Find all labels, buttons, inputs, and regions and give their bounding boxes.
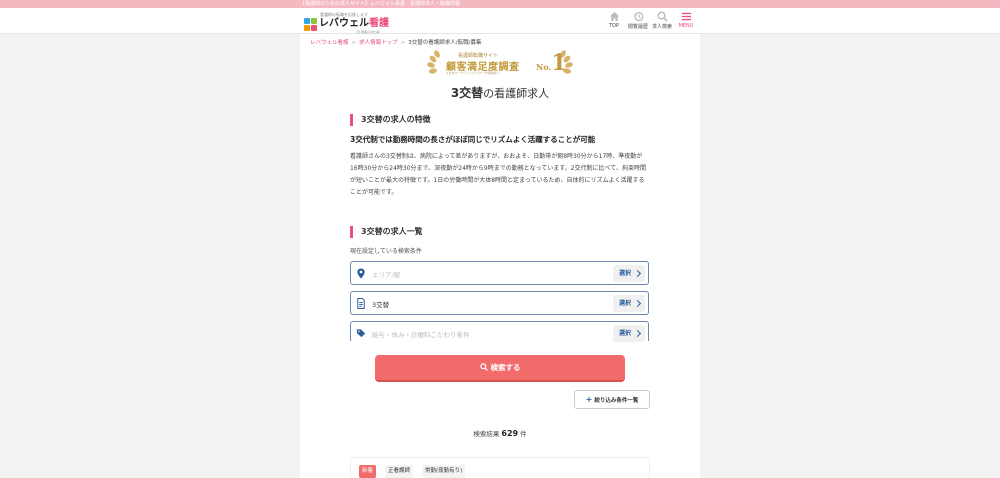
- job-card[interactable]: 新着 正看護師 常勤(夜勤有り): [350, 457, 650, 478]
- nav-top-label: TOP: [608, 23, 619, 29]
- history-icon: [633, 11, 644, 22]
- tag-icon: [356, 329, 366, 338]
- search-icon: [479, 363, 488, 371]
- home-icon: [609, 11, 619, 22]
- area-station-field[interactable]: エリア/駅 選択: [350, 261, 649, 285]
- badge-no1: No.1: [536, 50, 567, 76]
- plus-icon: +: [585, 395, 593, 404]
- site-header: 看護師の転職を応援します レバウェル看護 （旧 看護のお仕事） TOP 閲覧履歴…: [0, 8, 1000, 34]
- main-content: レバウェル看護 > 求人情報トップ >3交替の看護師求人/転職/募集 看護師転職サイト…: [300, 34, 700, 478]
- job-type-select-button[interactable]: 選択: [613, 295, 645, 312]
- nav-history[interactable]: 閲覧履歴: [625, 11, 651, 30]
- nav-job-search[interactable]: 求人検索: [649, 11, 675, 30]
- breadcrumb-current: 3交替の看護師求人/転職/募集: [408, 40, 482, 46]
- conditions-placeholder: 給与・休み・診療科こだわり条件: [372, 331, 470, 339]
- job-list-heading: 3交替の求人一覧: [350, 226, 650, 238]
- announcement-bar: 【看護師のための求人サイト】レバウェル看護 - 看護師求人・転職情報: [0, 0, 1000, 8]
- filter-conditions-label: 絞り込み条件一覧: [594, 398, 639, 404]
- job-type-value: 3交替: [372, 301, 390, 309]
- nav-menu[interactable]: MENU: [673, 11, 699, 29]
- filter-conditions-button[interactable]: + 絞り込み条件一覧: [574, 390, 650, 409]
- satisfaction-badge: 看護師転職サイト 顧客満足度調査 ※日本マーケティングリサーチ機構調べ No.1: [424, 49, 576, 77]
- tag-new: 新着: [359, 465, 377, 478]
- conditions-field[interactable]: 給与・休み・診療科こだわり条件 選択: [350, 321, 649, 342]
- tag-employment: 常勤(夜勤有り): [422, 465, 466, 478]
- logo-mark-icon: [304, 18, 317, 31]
- breadcrumb: レバウェル看護 > 求人情報トップ >3交替の看護師求人/転職/募集: [310, 38, 481, 46]
- conditions-select-button[interactable]: 選択: [613, 325, 645, 342]
- features-subheading: 3交代制では勤務時間の長さがほぼ同じでリズムよく活躍することが可能: [350, 135, 596, 144]
- badge-note: ※日本マーケティングリサーチ機構調べ: [446, 71, 500, 75]
- nav-menu-label: MENU: [678, 23, 694, 29]
- laurel-left-icon: [427, 50, 440, 74]
- job-type-field[interactable]: 3交替 選択: [350, 291, 649, 315]
- search-button[interactable]: 検索する: [375, 355, 625, 382]
- nav-job-search-label: 求人検索: [651, 24, 672, 30]
- nav-top[interactable]: TOP: [601, 11, 627, 29]
- logo-name: レバウェル看護: [319, 18, 389, 29]
- document-icon: [357, 298, 365, 309]
- site-logo[interactable]: 看護師の転職を応援します レバウェル看護 （旧 看護のお仕事）: [304, 12, 394, 34]
- search-button-label: 検索する: [490, 363, 521, 372]
- conditions-label: 現在設定している検索条件: [350, 248, 422, 255]
- features-heading: 3交替の求人の特徴: [350, 114, 650, 126]
- breadcrumb-jobs-link[interactable]: 求人情報トップ: [359, 40, 398, 46]
- location-pin-icon: [357, 268, 365, 279]
- breadcrumb-separator: >: [400, 40, 406, 46]
- breadcrumb-home-link[interactable]: レバウェル看護: [310, 40, 349, 46]
- result-count: 検索結果 629 件: [473, 429, 527, 438]
- menu-icon: [681, 12, 691, 21]
- nav-history-label: 閲覧履歴: [627, 24, 648, 30]
- breadcrumb-separator: >: [351, 40, 357, 46]
- page-title: 3交替の看護師求人: [450, 86, 550, 100]
- area-select-button[interactable]: 選択: [613, 265, 645, 282]
- features-body: 看護師さんの3交替制は、病院によって差がありますが、おおよそ、日勤帯が朝8時30…: [350, 153, 646, 196]
- announcement-text: 【看護師のための求人サイト】レバウェル看護 - 看護師求人・転職情報: [300, 1, 460, 7]
- search-icon: [657, 11, 668, 22]
- tag-license: 正看護師: [385, 465, 414, 478]
- area-station-placeholder: エリア/駅: [372, 271, 401, 279]
